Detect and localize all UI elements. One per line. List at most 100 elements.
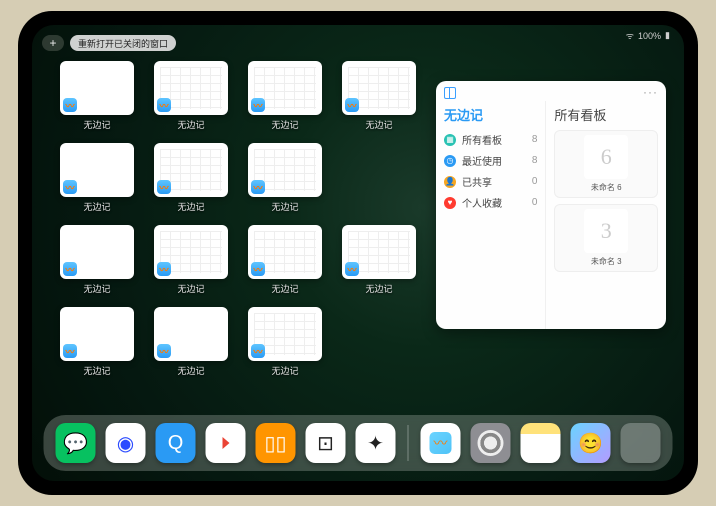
dock-app-browser2[interactable]: Q — [156, 423, 196, 463]
category-grid[interactable]: ▦ 所有看板 8 — [444, 132, 537, 147]
grid-icon: ▦ — [444, 134, 456, 146]
sidebar-icon[interactable] — [444, 87, 456, 99]
window-tile[interactable]: 〰无边记 — [152, 307, 230, 383]
window-thumbnail: 〰 — [154, 307, 228, 361]
board-card[interactable]: 3 未命名 3 — [554, 204, 658, 272]
window-tile[interactable]: 〰无边记 — [58, 225, 136, 301]
dock-app-memoji[interactable]: 😊 — [571, 423, 611, 463]
window-tile-label: 无边记 — [177, 200, 204, 213]
freeform-panel[interactable]: ··· 无边记 ▦ 所有看板 8 ◷ 最近使用 8 👤已共享0 ♥ 个人收藏 0 所有看板 6 未命… — [436, 81, 666, 329]
window-thumbnail: 〰 — [60, 307, 134, 361]
freeform-app-icon: 〰 — [251, 344, 265, 358]
window-tile[interactable]: 〰无边记 — [152, 225, 230, 301]
freeform-app-icon: 〰 — [157, 98, 171, 112]
window-thumbnail: 〰 — [248, 143, 322, 197]
freeform-app-icon: 〰 — [251, 262, 265, 276]
top-controls: + 重新打开已关闭的窗口 — [42, 35, 176, 51]
window-tile[interactable]: 〰无边记 — [152, 143, 230, 219]
freeform-app-icon: 〰 — [63, 98, 77, 112]
window-tile-label: 无边记 — [83, 200, 110, 213]
category-clock[interactable]: ◷最近使用8 — [444, 153, 537, 168]
heart-icon: ♥ — [444, 197, 456, 209]
board-card[interactable]: 6 未命名 6 — [554, 130, 658, 198]
window-tile[interactable]: 〰无边记 — [340, 61, 418, 137]
window-thumbnail: 〰 — [248, 225, 322, 279]
window-tile-label: 无边记 — [83, 118, 110, 131]
board-caption: 未命名 3 — [591, 256, 622, 267]
window-tile-label: 无边记 — [271, 118, 298, 131]
window-tile[interactable]: 〰无边记 — [152, 61, 230, 137]
dock-app-folder[interactable] — [621, 423, 661, 463]
freeform-app-icon: 〰 — [63, 180, 77, 194]
window-tile[interactable]: 〰无边记 — [58, 307, 136, 383]
window-thumbnail: 〰 — [342, 61, 416, 115]
dock-divider — [408, 425, 409, 461]
window-thumbnail: 〰 — [60, 61, 134, 115]
window-thumbnail: 〰 — [248, 307, 322, 361]
dock-app-browser1[interactable]: ◉ — [106, 423, 146, 463]
category-label: 最近使用 — [462, 153, 502, 168]
panel-sidebar: 无边记 ▦ 所有看板 8 ◷ 最近使用 8 👤已共享0 ♥ 个人收藏 0 — [436, 101, 546, 329]
window-tile-label: 无边记 — [271, 200, 298, 213]
window-tile-label: 无边记 — [177, 118, 204, 131]
freeform-app-icon: 〰 — [345, 262, 359, 276]
freeform-app-icon: 〰 — [251, 180, 265, 194]
category-label: 个人收藏 — [462, 195, 502, 210]
dock-app-dots[interactable]: ⊡ — [306, 423, 346, 463]
window-thumbnail: 〰 — [154, 61, 228, 115]
dock-app-play[interactable] — [206, 423, 246, 463]
dock-app-freeform[interactable] — [421, 423, 461, 463]
category-heart[interactable]: ♥ 个人收藏 0 — [444, 195, 537, 210]
category-label: 所有看板 — [462, 132, 502, 147]
category-person[interactable]: 👤已共享0 — [444, 174, 537, 189]
freeform-app-icon: 〰 — [63, 344, 77, 358]
window-tile-label: 无边记 — [271, 364, 298, 377]
panel-left-title: 无边记 — [444, 105, 537, 124]
freeform-app-icon: 〰 — [345, 98, 359, 112]
freeform-app-icon: 〰 — [251, 98, 265, 112]
category-count: 8 — [532, 134, 538, 145]
window-thumbnail: 〰 — [342, 225, 416, 279]
battery-text: 100% — [638, 31, 661, 41]
freeform-app-icon: 〰 — [157, 180, 171, 194]
window-thumbnail: 〰 — [154, 143, 228, 197]
window-tile[interactable]: 〰无边记 — [58, 61, 136, 137]
reopen-closed-window-button[interactable]: 重新打开已关闭的窗口 — [70, 35, 176, 51]
board-thumbnail: 3 — [584, 209, 628, 253]
window-tile[interactable]: 〰无边记 — [246, 307, 324, 383]
freeform-app-icon: 〰 — [157, 262, 171, 276]
battery-icon: ▮ — [665, 30, 670, 41]
screen: ᯤ 100% ▮ + 重新打开已关闭的窗口 〰无边记〰无边记〰无边记〰无边记〰无… — [32, 25, 684, 481]
window-tile[interactable]: 〰无边记 — [58, 143, 136, 219]
dock-app-graph[interactable]: ✦ — [356, 423, 396, 463]
window-tile[interactable]: 〰无边记 — [246, 225, 324, 301]
clock-icon: ◷ — [444, 155, 456, 167]
window-tile-label: 无边记 — [365, 282, 392, 295]
window-tile-label: 无边记 — [365, 118, 392, 131]
window-tile[interactable]: 〰无边记 — [246, 143, 324, 219]
dock-app-wechat[interactable]: 💬 — [56, 423, 96, 463]
window-tile[interactable]: 〰无边记 — [340, 225, 418, 301]
window-tile-label: 无边记 — [83, 364, 110, 377]
window-tile-label: 无边记 — [271, 282, 298, 295]
board-thumbnail: 6 — [584, 135, 628, 179]
window-tile-label: 无边记 — [83, 282, 110, 295]
board-caption: 未命名 6 — [591, 182, 622, 193]
panel-right-title: 所有看板 — [554, 105, 658, 124]
dock-app-books[interactable]: ▯▯ — [256, 423, 296, 463]
ellipsis-icon[interactable]: ··· — [643, 85, 658, 99]
add-tab-button[interactable]: + — [42, 35, 64, 51]
freeform-app-icon: 〰 — [157, 344, 171, 358]
dock-app-settings[interactable] — [471, 423, 511, 463]
reopen-label: 重新打开已关闭的窗口 — [78, 37, 168, 50]
window-grid: 〰无边记〰无边记〰无边记〰无边记〰无边记〰无边记〰无边记〰无边记〰无边记〰无边记… — [58, 61, 418, 383]
window-thumbnail: 〰 — [60, 143, 134, 197]
category-count: 0 — [532, 197, 538, 208]
window-thumbnail: 〰 — [154, 225, 228, 279]
wifi-icon: ᯤ — [626, 29, 634, 42]
category-label: 已共享 — [462, 174, 492, 189]
dock-app-notes[interactable] — [521, 423, 561, 463]
panel-content: 所有看板 6 未命名 6 3 未命名 3 — [546, 101, 666, 329]
window-thumbnail: 〰 — [248, 61, 322, 115]
window-tile[interactable]: 〰无边记 — [246, 61, 324, 137]
